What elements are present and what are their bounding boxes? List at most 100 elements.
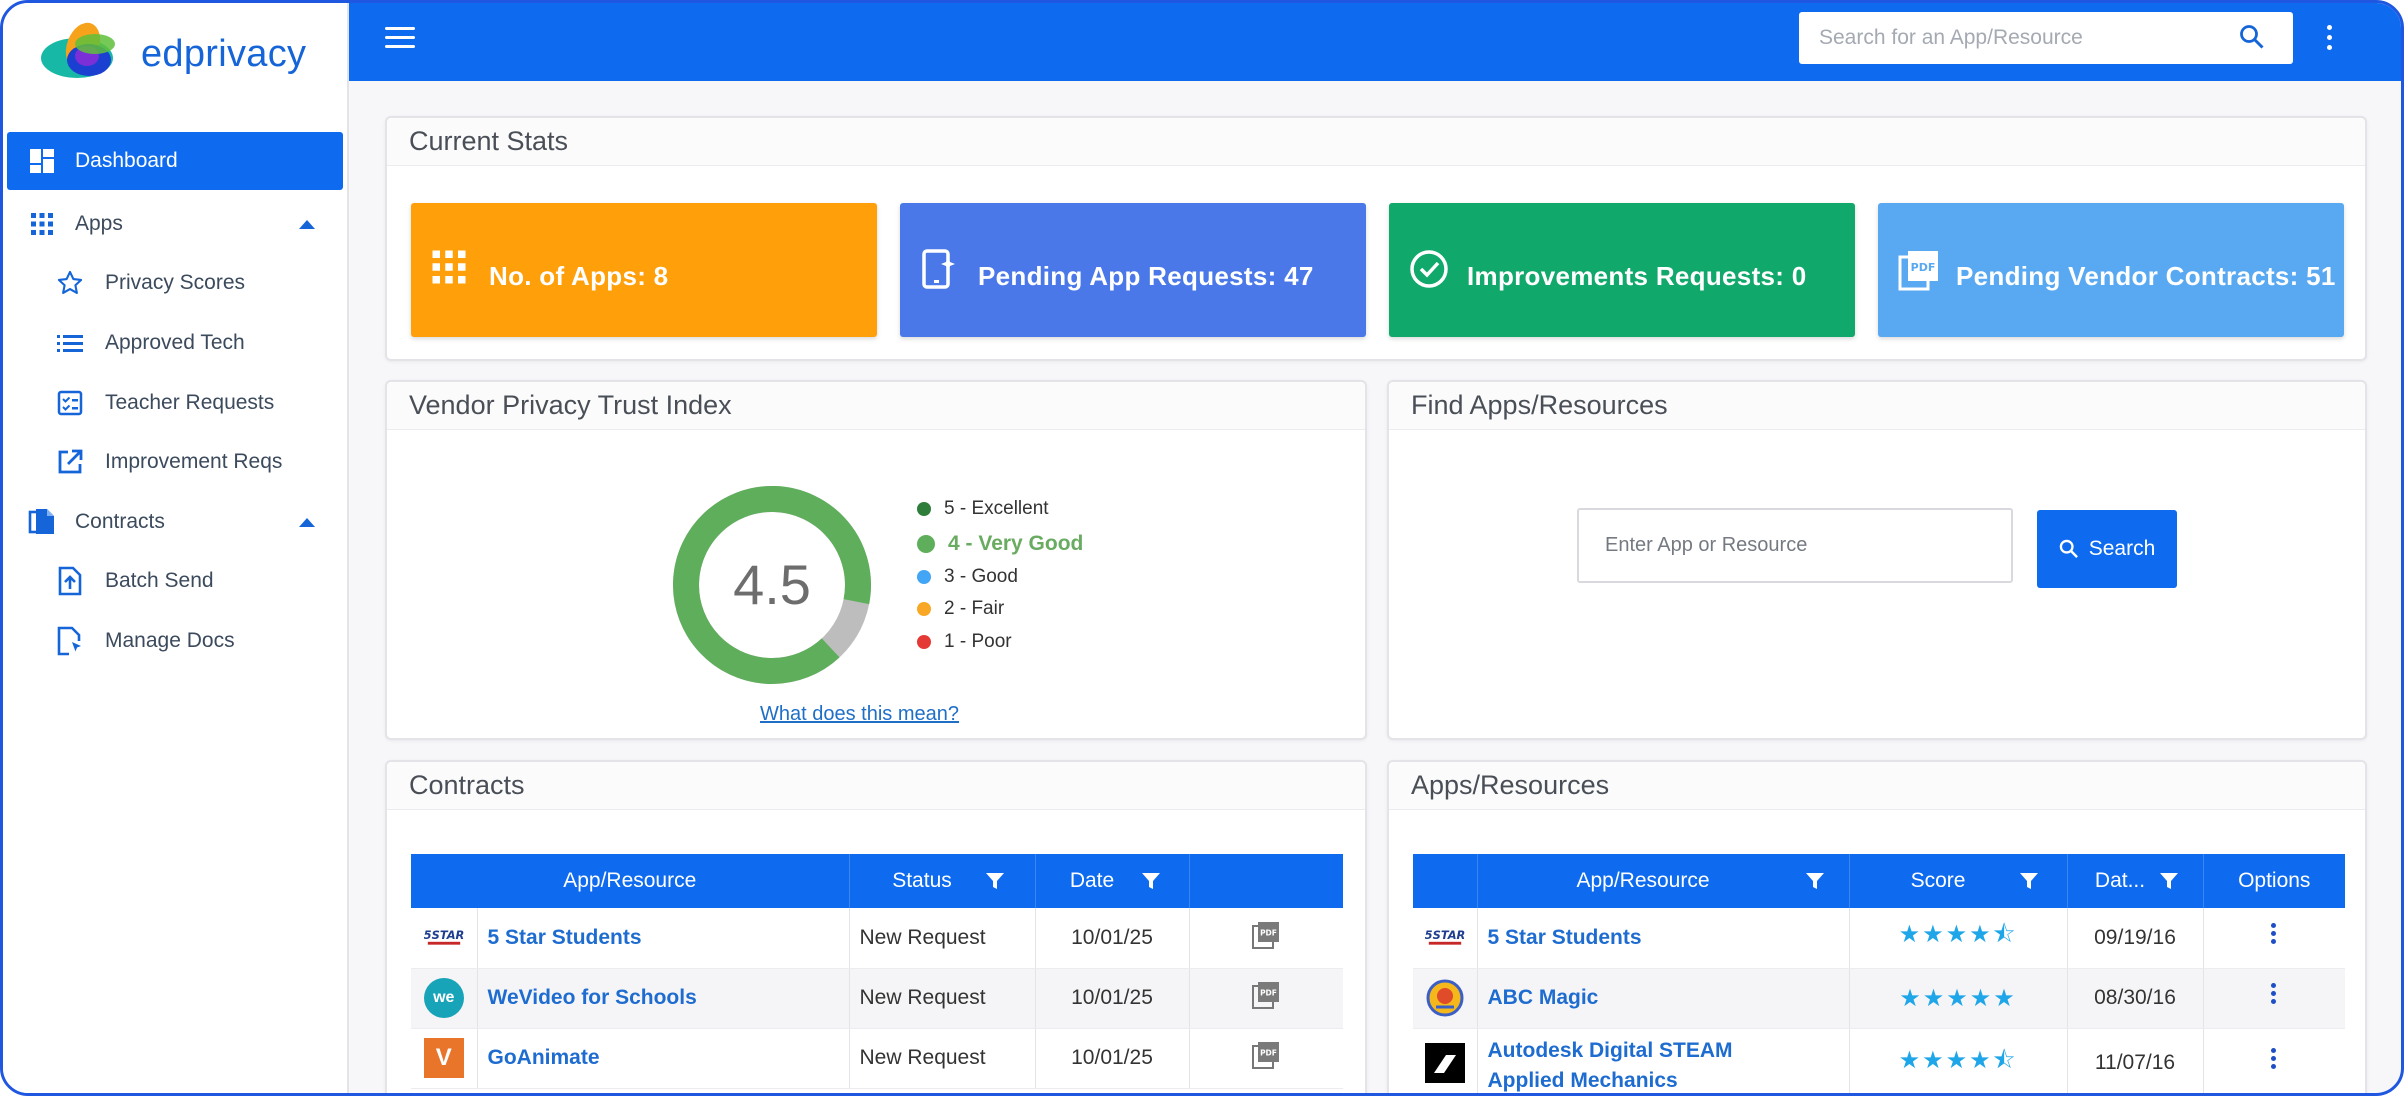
table-row[interactable]: Autodesk Digital STEAM Applied Mechanics…	[1413, 1028, 2345, 1093]
legend-label: 1 - Poor	[944, 631, 1012, 652]
app-date: 08/30/16	[2067, 968, 2204, 1029]
sidebar-item-label: Approved Tech	[105, 331, 245, 354]
sidebar-item-privacy-scores[interactable]: Privacy Scores	[7, 254, 343, 312]
filter-icon[interactable]	[985, 871, 1005, 891]
sidebar: edprivacy Dashboard Apps Privacy Scores	[3, 3, 349, 1093]
stat-tile-pending-app-requests[interactable]: Pending App Requests: 47	[900, 203, 1366, 337]
apps-grid-icon	[27, 209, 57, 239]
contract-date: 10/01/25	[1035, 968, 1190, 1029]
filter-icon[interactable]	[1141, 871, 1161, 891]
pdf-icon[interactable]: PDF	[1251, 920, 1281, 950]
sidebar-item-label: Manage Docs	[105, 629, 235, 652]
app-date: 09/19/16	[2067, 908, 2204, 969]
pdf-icon[interactable]: PDF	[1251, 980, 1281, 1010]
app-link[interactable]: Autodesk Digital STEAM	[1488, 1039, 1733, 1062]
checklist-icon	[55, 388, 85, 418]
sidebar-item-approved-tech[interactable]: Approved Tech	[7, 314, 343, 372]
wevideo-logo-icon: we	[423, 978, 464, 1018]
app-link-line2[interactable]: Applied Mechanics	[1488, 1069, 1678, 1092]
column-header-status[interactable]: Status	[849, 854, 1036, 908]
row-options-icon[interactable]	[2271, 922, 2277, 947]
global-search-input[interactable]	[1799, 12, 2239, 64]
pdf-icon: PDF	[1898, 249, 1938, 291]
column-header-app-resource[interactable]: App/Resource	[411, 854, 850, 908]
sidebar-item-improvement-reqs[interactable]: Improvement Reqs	[7, 433, 343, 491]
contracts-table: App/Resource Status Date 5STAR 5 Star St…	[411, 854, 1343, 1089]
what-does-this-mean-link[interactable]: What does this mean?	[760, 703, 959, 726]
filter-icon[interactable]	[2159, 871, 2179, 891]
svg-text:5STAR: 5STAR	[1425, 928, 1465, 942]
legend-label: 5 - Excellent	[944, 498, 1049, 519]
goanimate-logo-icon: V	[423, 1038, 464, 1078]
collapse-caret-icon[interactable]	[299, 517, 315, 527]
abc-magic-logo-icon	[1425, 978, 1465, 1018]
pdf-icon[interactable]: PDF	[1251, 1040, 1281, 1070]
apps-grid-icon	[431, 249, 471, 289]
contract-app-link[interactable]: GoAnimate	[488, 1046, 600, 1069]
column-header-options: Options	[2203, 854, 2345, 908]
current-stats-card: Current Stats No. of Apps: 8 Pending App…	[385, 116, 2367, 361]
top-bar	[349, 3, 2401, 81]
contract-app-link[interactable]: WeVideo for Schools	[488, 986, 697, 1009]
find-app-input[interactable]	[1577, 508, 2013, 583]
stat-label: Pending Vendor Contracts: 51	[1956, 261, 2336, 291]
legend-item-fair: 2 - Fair	[917, 598, 1004, 620]
apps-resources-card: Apps/Resources App/Resource Score Dat...	[1387, 760, 2367, 1093]
global-search	[1799, 12, 2293, 64]
app-link[interactable]: 5 Star Students	[1488, 926, 1642, 949]
table-row[interactable]: 5STAR 5 Star Students ★★★★⯪ 09/19/16	[1413, 908, 2345, 969]
contract-app-link[interactable]: 5 Star Students	[488, 926, 642, 949]
column-header-date[interactable]: Dat...	[2067, 854, 2204, 908]
legend-item-very-good: 4 - Very Good	[917, 532, 1083, 556]
filter-icon[interactable]	[2019, 871, 2039, 891]
sidebar-item-label: Batch Send	[105, 569, 214, 592]
column-header-app-resource[interactable]: App/Resource	[1477, 854, 1850, 908]
svg-text:PDF: PDF	[1260, 928, 1277, 937]
contract-date: 10/01/25	[1035, 908, 1190, 969]
column-header-score[interactable]: Score	[1849, 854, 2068, 908]
document-cursor-icon	[55, 626, 85, 656]
table-row[interactable]: we WeVideo for Schools New Request 10/01…	[411, 968, 1343, 1029]
find-search-button[interactable]: Search	[2037, 510, 2177, 588]
stat-label: No. of Apps: 8	[489, 261, 669, 291]
sidebar-item-manage-docs[interactable]: Manage Docs	[7, 612, 343, 670]
search-icon[interactable]	[2239, 24, 2265, 55]
sidebar-item-dashboard[interactable]: Dashboard	[7, 132, 343, 190]
brand-logo[interactable]: edprivacy	[37, 17, 306, 91]
table-row[interactable]: V GoAnimate New Request 10/01/25 PDF	[411, 1028, 1343, 1089]
row-options-icon[interactable]	[2271, 983, 2277, 1007]
stat-label: Improvements Requests: 0	[1467, 261, 1807, 291]
edprivacy-logo-icon	[41, 22, 115, 78]
table-row[interactable]: ABC Magic ★★★★★ 08/30/16	[1413, 968, 2345, 1029]
card-title: Apps/Resources	[1389, 762, 2365, 810]
sidebar-item-teacher-requests[interactable]: Teacher Requests	[7, 374, 343, 432]
svg-text:PDF: PDF	[1260, 989, 1277, 998]
trust-index-card: Vendor Privacy Trust Index 4.5 5 - Excel…	[385, 380, 1367, 740]
sidebar-item-batch-send[interactable]: Batch Send	[7, 552, 343, 610]
column-header-document	[1189, 854, 1343, 908]
sidebar-item-apps[interactable]: Apps	[7, 195, 343, 253]
collapse-caret-icon[interactable]	[299, 219, 315, 229]
column-header-date[interactable]: Date	[1035, 854, 1190, 908]
app-link[interactable]: ABC Magic	[1488, 986, 1599, 1009]
contract-status: New Request	[849, 1028, 1036, 1089]
stat-tile-pending-vendor-contracts[interactable]: PDF Pending Vendor Contracts: 51	[1878, 203, 2344, 337]
app-date: 11/07/16	[2067, 1028, 2204, 1093]
sidebar-item-label: Contracts	[75, 510, 165, 533]
contract-date: 10/01/25	[1035, 1028, 1190, 1089]
filter-icon[interactable]	[1805, 871, 1825, 891]
menu-icon[interactable]	[385, 27, 415, 49]
table-row[interactable]: 5STAR 5 Star Students New Request 10/01/…	[411, 908, 1343, 969]
stat-tile-improvements-requests[interactable]: Improvements Requests: 0	[1389, 203, 1855, 337]
legend-dot	[917, 570, 931, 584]
brand-name: edprivacy	[141, 32, 307, 75]
sidebar-item-contracts[interactable]: Contracts	[7, 493, 343, 551]
legend-label: 2 - Fair	[944, 598, 1005, 619]
row-options-icon[interactable]	[2271, 1048, 2277, 1072]
legend-dot	[917, 502, 931, 516]
legend-item-poor: 1 - Poor	[917, 631, 1012, 653]
more-options-icon[interactable]	[2325, 25, 2333, 53]
stat-tile-apps[interactable]: No. of Apps: 8	[411, 203, 877, 337]
contracts-card: Contracts App/Resource Status Date 5STAR…	[385, 760, 1367, 1093]
legend-dot	[917, 535, 935, 553]
